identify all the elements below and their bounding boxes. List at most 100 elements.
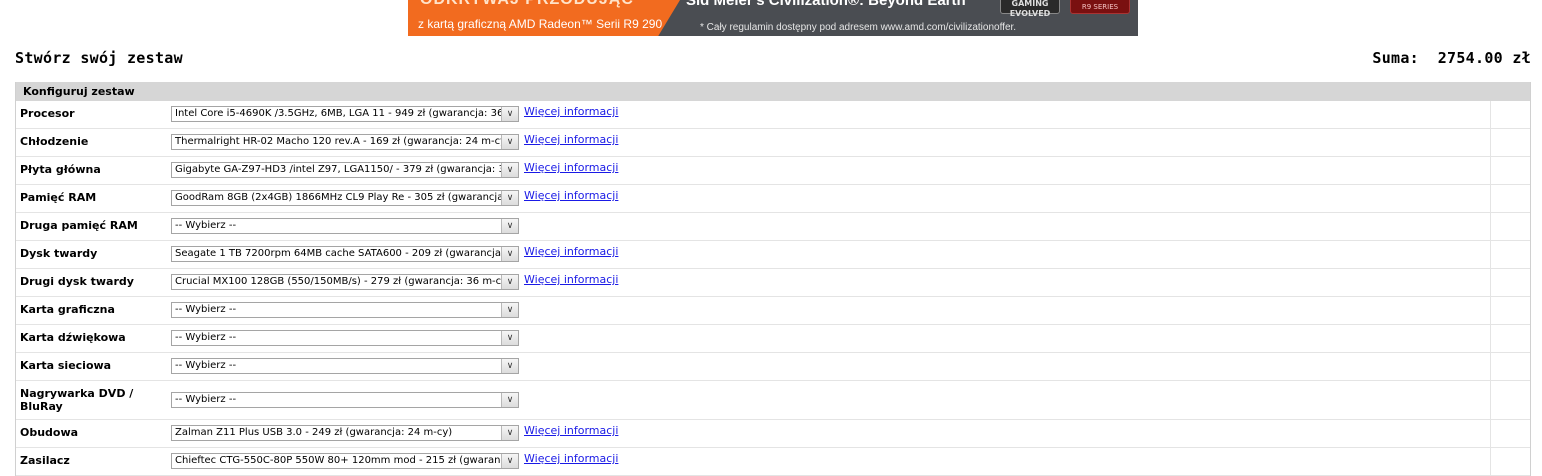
component-label: Chłodzenie bbox=[20, 135, 89, 148]
config-row: Karta graficzna -- Wybierz -- ∨ bbox=[16, 297, 1530, 325]
more-info-link[interactable]: Więcej informacji bbox=[524, 245, 618, 258]
gaming-evolved-logo: GAMING EVOLVED bbox=[1000, 0, 1060, 18]
chevron-down-icon[interactable]: ∨ bbox=[501, 107, 518, 121]
config-rows: Procesor Intel Core i5-4690K /3.5GHz, 6MB… bbox=[16, 101, 1530, 476]
component-label: Karta graficzna bbox=[20, 303, 115, 316]
config-row: Procesor Intel Core i5-4690K /3.5GHz, 6MB… bbox=[16, 101, 1530, 129]
component-select-value: Thermalright HR-02 Macho 120 rev.A - 169… bbox=[175, 136, 510, 147]
component-select-value: Crucial MX100 128GB (550/150MB/s) - 279 … bbox=[175, 276, 511, 287]
more-info-link[interactable]: Więcej informacji bbox=[524, 133, 618, 146]
component-select-value: -- Wybierz -- bbox=[175, 332, 237, 343]
banner-disclaimer: * Cały regulamin dostępny pod adresem ww… bbox=[700, 22, 1017, 33]
component-select-value: Seagate 1 TB 7200rpm 64MB cache SATA600 … bbox=[175, 248, 519, 259]
component-label: Dysk twardy bbox=[20, 247, 98, 260]
chevron-down-icon[interactable]: ∨ bbox=[501, 163, 518, 177]
column-divider bbox=[1490, 448, 1491, 475]
config-row: Nagrywarka DVD / BluRay -- Wybierz -- ∨ bbox=[16, 381, 1530, 420]
chevron-down-icon[interactable]: ∨ bbox=[501, 426, 518, 440]
component-select-value: Intel Core i5-4690K /3.5GHz, 6MB, LGA 11… bbox=[175, 108, 519, 119]
chevron-down-icon[interactable]: ∨ bbox=[501, 191, 518, 205]
component-label: Płyta główna bbox=[20, 163, 101, 176]
column-divider bbox=[1490, 269, 1491, 296]
chevron-down-icon[interactable]: ∨ bbox=[501, 331, 518, 345]
more-info-link[interactable]: Więcej informacji bbox=[524, 424, 618, 437]
component-select[interactable]: Thermalright HR-02 Macho 120 rev.A - 169… bbox=[171, 134, 519, 150]
component-select[interactable]: -- Wybierz -- ∨ bbox=[171, 302, 519, 318]
column-divider bbox=[1490, 213, 1491, 240]
config-row: Chłodzenie Thermalright HR-02 Macho 120 r… bbox=[16, 129, 1530, 157]
component-select-value: -- Wybierz -- bbox=[175, 304, 237, 315]
config-table: Konfiguruj zestaw Procesor Intel Core i5-… bbox=[15, 82, 1531, 476]
component-select-value: -- Wybierz -- bbox=[175, 220, 237, 231]
component-label: Zasilacz bbox=[20, 454, 70, 467]
more-info-link[interactable]: Więcej informacji bbox=[524, 273, 618, 286]
banner-line1: z kartą graficzną AMD Radeon™ Serii R9 2… bbox=[418, 17, 663, 31]
config-row: Karta sieciowa -- Wybierz -- ∨ bbox=[16, 353, 1530, 381]
column-divider bbox=[1490, 353, 1491, 380]
column-divider bbox=[1490, 157, 1491, 184]
sum-value: 2754.00 zł bbox=[1437, 49, 1531, 67]
component-select-value: GoodRam 8GB (2x4GB) 1866MHz CL9 Play Re … bbox=[175, 192, 519, 203]
column-divider bbox=[1490, 381, 1491, 419]
column-divider bbox=[1490, 185, 1491, 212]
config-row: Drugi dysk twardy Crucial MX100 128GB (55… bbox=[16, 269, 1530, 297]
component-label: Drugi dysk twardy bbox=[20, 275, 134, 288]
chevron-down-icon[interactable]: ∨ bbox=[501, 247, 518, 261]
config-row: Zasilacz Chieftec CTG-550C-80P 550W 80+ 1… bbox=[16, 448, 1530, 476]
chevron-down-icon[interactable]: ∨ bbox=[501, 393, 518, 407]
component-select[interactable]: Seagate 1 TB 7200rpm 64MB cache SATA600 … bbox=[171, 246, 519, 262]
component-select[interactable]: -- Wybierz -- ∨ bbox=[171, 392, 519, 408]
chevron-down-icon[interactable]: ∨ bbox=[501, 454, 518, 468]
banner-line2: Sid Meier's Civilization®: Beyond Earth™ bbox=[686, 0, 981, 9]
more-info-link[interactable]: Więcej informacji bbox=[524, 161, 618, 174]
component-select[interactable]: -- Wybierz -- ∨ bbox=[171, 358, 519, 374]
more-info-link[interactable]: Więcej informacji bbox=[524, 452, 618, 465]
column-divider bbox=[1490, 241, 1491, 268]
r9-series-logo: R9 SERIES bbox=[1070, 0, 1130, 14]
component-select-value: -- Wybierz -- bbox=[175, 394, 237, 405]
component-select-value: -- Wybierz -- bbox=[175, 360, 237, 371]
component-label: Pamięć RAM bbox=[20, 191, 97, 204]
page-title: Stwórz swój zestaw bbox=[15, 49, 183, 67]
column-divider bbox=[1490, 420, 1491, 447]
total-sum: Suma: 2754.00 zł bbox=[1372, 49, 1531, 67]
config-row: Dysk twardy Seagate 1 TB 7200rpm 64MB cac… bbox=[16, 241, 1530, 269]
promo-banner[interactable]: ODKRYWAJ PRZODUJĄC z kartą graficzną AMD… bbox=[408, 0, 1138, 36]
component-select[interactable]: Intel Core i5-4690K /3.5GHz, 6MB, LGA 11… bbox=[171, 106, 519, 122]
component-label: Karta sieciowa bbox=[20, 359, 112, 372]
component-select[interactable]: -- Wybierz -- ∨ bbox=[171, 218, 519, 234]
more-info-link[interactable]: Więcej informacji bbox=[524, 105, 618, 118]
sum-label: Suma: bbox=[1372, 49, 1420, 67]
component-select[interactable]: -- Wybierz -- ∨ bbox=[171, 330, 519, 346]
component-select-value: Zalman Z11 Plus USB 3.0 - 249 zł (gwaran… bbox=[175, 427, 453, 438]
chevron-down-icon[interactable]: ∨ bbox=[501, 219, 518, 233]
chevron-down-icon[interactable]: ∨ bbox=[501, 359, 518, 373]
column-divider bbox=[1490, 101, 1491, 128]
banner-headline: ODKRYWAJ PRZODUJĄC bbox=[420, 0, 634, 9]
component-label: Procesor bbox=[20, 107, 75, 120]
config-row: Druga pamięć RAM -- Wybierz -- ∨ bbox=[16, 213, 1530, 241]
component-select[interactable]: Gigabyte GA-Z97-HD3 /intel Z97, LGA1150/… bbox=[171, 162, 519, 178]
chevron-down-icon[interactable]: ∨ bbox=[501, 303, 518, 317]
config-row: Obudowa Zalman Z11 Plus USB 3.0 - 249 zł … bbox=[16, 420, 1530, 448]
chevron-down-icon[interactable]: ∨ bbox=[501, 275, 518, 289]
more-info-link[interactable]: Więcej informacji bbox=[524, 189, 618, 202]
config-row: Pamięć RAM GoodRam 8GB (2x4GB) 1866MHz CL… bbox=[16, 185, 1530, 213]
config-row: Karta dźwiękowa -- Wybierz -- ∨ bbox=[16, 325, 1530, 353]
component-select[interactable]: GoodRam 8GB (2x4GB) 1866MHz CL9 Play Re … bbox=[171, 190, 519, 206]
column-divider bbox=[1490, 129, 1491, 156]
component-label: Nagrywarka DVD / BluRay bbox=[20, 387, 134, 413]
component-label: Karta dźwiękowa bbox=[20, 331, 126, 344]
component-select[interactable]: Crucial MX100 128GB (550/150MB/s) - 279 … bbox=[171, 274, 519, 290]
chevron-down-icon[interactable]: ∨ bbox=[501, 135, 518, 149]
config-row: Płyta główna Gigabyte GA-Z97-HD3 /intel Z… bbox=[16, 157, 1530, 185]
config-header: Konfiguruj zestaw bbox=[16, 82, 1530, 101]
component-select[interactable]: Zalman Z11 Plus USB 3.0 - 249 zł (gwaran… bbox=[171, 425, 519, 441]
component-select[interactable]: Chieftec CTG-550C-80P 550W 80+ 120mm mod… bbox=[171, 453, 519, 469]
component-select-value: Chieftec CTG-550C-80P 550W 80+ 120mm mod… bbox=[175, 455, 519, 466]
component-select-value: Gigabyte GA-Z97-HD3 /intel Z97, LGA1150/… bbox=[175, 164, 519, 175]
column-divider bbox=[1490, 325, 1491, 352]
component-label: Obudowa bbox=[20, 426, 79, 439]
column-divider bbox=[1490, 297, 1491, 324]
component-label: Druga pamięć RAM bbox=[20, 219, 138, 232]
